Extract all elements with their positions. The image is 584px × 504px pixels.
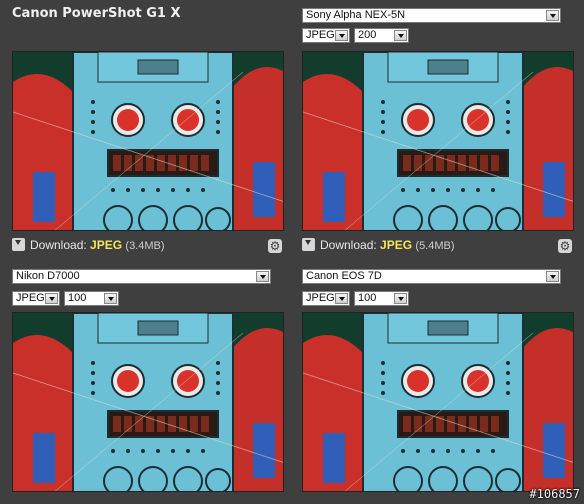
download-link[interactable]: Download: JPEG (5.4MB) [302,238,455,256]
gear-icon[interactable]: ⚙ [268,239,282,253]
chevron-down-icon[interactable] [335,30,348,41]
camera-select-value: Canon EOS 7D [306,270,382,282]
format-select-value: JPEG [16,292,45,304]
quality-select[interactable]: 100 [354,291,409,306]
sample-image [12,312,284,492]
download-format[interactable]: JPEG [90,238,122,252]
comparison-panel-1: Canon PowerShot G1 X Download: JPEG (3.4… [12,6,286,258]
sample-image [302,312,574,492]
gear-icon[interactable]: ⚙ [558,239,572,253]
download-icon[interactable] [12,238,25,251]
chevron-down-icon[interactable] [546,271,559,282]
camera-select-value: Sony Alpha NEX-5N [306,9,406,21]
chevron-down-icon[interactable] [394,30,407,41]
quality-select-value: 100 [358,292,377,304]
chevron-down-icon[interactable] [45,293,58,304]
watermark: #106857 [529,487,580,501]
sample-image [302,51,574,231]
format-select[interactable]: JPEG [12,291,60,306]
chevron-down-icon[interactable] [335,293,348,304]
panel-title: Canon PowerShot G1 X [12,6,181,21]
download-icon[interactable] [302,238,315,251]
chevron-down-icon[interactable] [104,293,117,304]
download-size: (3.4MB) [125,240,165,252]
quality-select[interactable]: 200 [354,28,409,43]
format-select[interactable]: JPEG [302,291,350,306]
camera-select[interactable]: Nikon D7000 [12,269,271,284]
format-select-value: JPEG [306,292,335,304]
chevron-down-icon[interactable] [256,271,269,282]
download-size: (5.4MB) [415,240,455,252]
download-format[interactable]: JPEG [380,238,412,252]
format-select-value: JPEG [306,29,335,41]
camera-select[interactable]: Sony Alpha NEX-5N [302,8,561,23]
comparison-panel-4: Canon EOS 7D JPEG 100 [302,269,576,504]
comparison-panel-2: Sony Alpha NEX-5N JPEG 200 Download: JPE… [302,8,576,260]
camera-select-value: Nikon D7000 [16,270,80,282]
chevron-down-icon[interactable] [546,10,559,21]
comparison-panel-3: Nikon D7000 JPEG 100 [12,269,286,504]
format-select[interactable]: JPEG [302,28,350,43]
chevron-down-icon[interactable] [394,293,407,304]
camera-select[interactable]: Canon EOS 7D [302,269,561,284]
quality-select-value: 100 [68,292,87,304]
download-label: Download: [30,238,87,252]
quality-select[interactable]: 100 [64,291,119,306]
download-link[interactable]: Download: JPEG (3.4MB) [12,238,165,256]
sample-image [12,51,284,231]
download-label: Download: [320,238,377,252]
quality-select-value: 200 [358,29,377,41]
